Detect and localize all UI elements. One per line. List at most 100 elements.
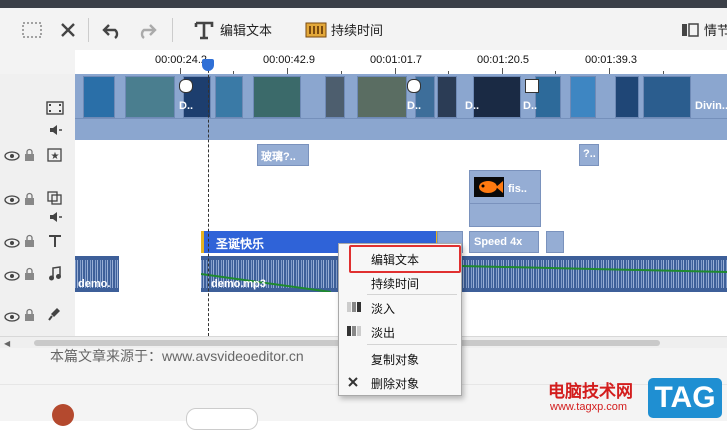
playhead-line [208,60,209,336]
delete-icon [347,376,361,388]
lock-icon[interactable] [24,192,35,207]
video-thumbnail[interactable] [215,76,243,118]
speed-clip[interactable]: Speed 4x [469,231,539,253]
eye-icon[interactable] [4,311,20,324]
storyboard-icon[interactable] [676,16,704,44]
volume-icon[interactable] [49,124,63,138]
video-thumbnail[interactable] [125,76,175,118]
video-clip-label: D.. [407,100,422,112]
audio-clip[interactable]: demo.mp3 [201,256,727,292]
highlight-box [349,245,461,273]
eye-icon[interactable] [4,237,20,250]
storyboard-button[interactable]: 情节 [704,20,727,39]
microphone-icon [48,306,62,324]
video-clip-label: Divin.. [695,100,727,112]
eye-icon[interactable] [4,194,20,207]
menu-item-copy-object[interactable]: 复制对象 [339,347,461,369]
playhead-handle[interactable] [202,59,214,71]
video-thumbnail[interactable] [473,76,521,118]
transition-icon[interactable] [407,79,421,93]
ruler-tick-label: 00:01:39.3 [585,54,637,66]
video-track[interactable]: D.. D.. D.. D.. Divin.. [75,74,727,140]
menu-item-label: 淡出 [371,326,396,340]
ruler-tick-label: 00:01:01.7 [370,54,422,66]
video-clip-label: D.. [523,100,538,112]
menu-item-fade-in[interactable]: 淡入 [339,296,461,318]
overlay-icon [47,191,62,207]
svg-text:★: ★ [51,151,60,162]
menu-item-label: 删除对象 [371,377,420,391]
effect-clip[interactable]: 玻璃?.. [257,144,309,166]
lock-icon[interactable] [24,148,35,163]
video-clip-label: D.. [179,100,194,112]
fade-in-icon [347,301,361,313]
ruler-tick-label: 00:01:20.5 [477,54,529,66]
follow-button[interactable] [186,408,258,430]
video-thumbnail[interactable] [253,76,301,118]
redo-icon[interactable] [133,16,161,44]
brand-name: 电脑技术网 [548,382,633,401]
overlay-clip-audio[interactable] [469,203,541,227]
menu-item-delete-object[interactable]: 删除对象 [339,371,461,393]
audio-clip-label: demo.mp3 [211,278,267,290]
close-icon[interactable] [54,16,82,44]
menu-item-label: 复制对象 [371,353,420,367]
overlay-clip-label: fis.. [508,183,527,195]
text-track-icon [48,234,62,250]
text-icon[interactable] [190,16,218,44]
track-header-column: ★ [0,74,76,336]
text-clip-small[interactable] [546,231,564,253]
menu-separator [367,344,457,345]
overlay-track[interactable]: fis.. [75,168,727,231]
transition-icon[interactable] [525,79,539,93]
video-clip-label: D.. [465,100,480,112]
lock-icon[interactable] [24,308,35,323]
video-thumbnail[interactable] [437,76,457,118]
menu-item-duration[interactable]: 持续时间 [339,271,461,293]
effects-track[interactable]: 玻璃?.. ?.. [75,140,727,169]
lock-icon[interactable] [24,234,35,249]
source-text: 本篇文章来源于：www.avsvideoeditor.cn [50,348,304,364]
toolbar-divider [172,18,173,42]
speed-clip-label: Speed 4x [474,236,523,248]
video-thumbnail[interactable] [570,76,596,118]
video-thumbnail[interactable] [83,76,115,118]
effect-star-icon: ★ [47,148,62,164]
fade-out-icon [347,325,361,337]
crop-icon[interactable] [18,16,46,44]
toolbar-divider [88,18,89,42]
menu-item-fade-out[interactable]: 淡出 [339,320,461,342]
eye-icon[interactable] [4,270,20,283]
menu-item-label: 淡入 [371,302,396,316]
volume-icon[interactable] [49,211,63,225]
eye-icon[interactable] [4,150,20,163]
ruler-tick-label: 00:00:42.9 [263,54,315,66]
fish-thumbnail [474,177,504,197]
film-icon [46,100,64,118]
overlay-clip[interactable]: fis.. [469,170,541,204]
brand-url: www.tagxp.com [550,401,628,413]
lock-icon[interactable] [24,267,35,282]
audio-clip[interactable]: demo. [75,256,119,292]
duration-icon[interactable] [302,16,330,44]
transition-icon[interactable] [179,79,193,93]
effect-clip[interactable]: ?.. [579,144,599,166]
menu-item-label: 持续时间 [371,277,420,291]
effect-clip-label: ?.. [583,148,596,160]
duration-button[interactable]: 持续时间 [331,20,383,39]
video-thumbnail[interactable] [643,76,691,118]
timeline-ruler[interactable]: 00:00:24.2 00:00:42.9 00:01:01.7 00:01:2… [75,50,727,75]
music-note-icon [48,266,62,283]
ruler-corner [0,50,75,75]
undo-icon[interactable] [98,16,126,44]
window-top-strip [0,0,727,8]
ruler-tick-label: 00:00:24.2 [155,54,207,66]
audio-clip-label: demo. [78,278,111,290]
edit-text-button[interactable]: 编辑文本 [220,20,272,39]
avatar [52,404,74,426]
menu-separator [367,294,457,295]
video-thumbnail[interactable] [615,76,639,118]
scroll-left-icon[interactable]: ◀ [4,339,10,348]
video-thumbnail[interactable] [357,76,407,118]
video-thumbnail[interactable] [325,76,345,118]
